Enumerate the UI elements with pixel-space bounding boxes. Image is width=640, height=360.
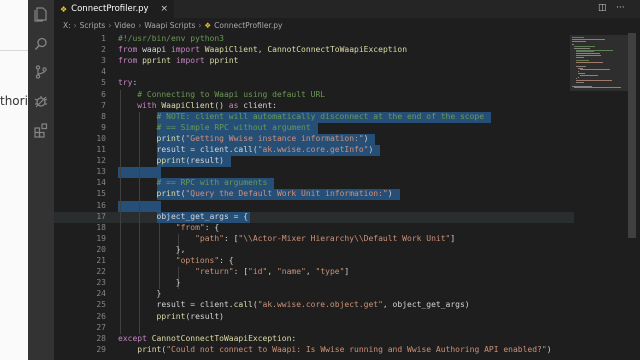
line-number: 6 [101,89,106,99]
line-number: 8 [101,111,106,121]
code-line[interactable]: from pprint import pprint [118,56,238,65]
line-number: 10 [96,133,106,143]
code-line[interactable]: # Connecting to Waapi using default URL [118,90,325,99]
debug-icon[interactable] [33,93,49,109]
python-icon: ❖ [204,20,212,30]
code-line[interactable]: print("Query the Default Work Unit infor… [118,189,393,198]
line-number: 15 [96,189,106,199]
code-line[interactable]: pprint(result) [118,156,224,165]
python-icon: ❖ [60,4,68,14]
line-number: 17 [96,211,106,221]
breadcrumb-item[interactable]: Waapi Scripts [144,21,195,30]
code-line[interactable]: #!/usr/bin/env python3 [118,34,224,43]
line-number: 1 [101,34,106,43]
line-number: 27 [96,322,106,332]
background-divider [0,50,28,51]
line-number: 20 [96,244,106,254]
code-line[interactable]: }, [118,245,186,254]
extensions-icon[interactable] [33,122,49,138]
line-number: 7 [101,100,106,110]
tab-label: ConnectProfiler.py [71,4,149,14]
code-line[interactable]: object_get_args = { [118,212,249,221]
minimap[interactable] [570,33,628,360]
more-actions-icon[interactable]: ··· [616,3,625,13]
source-control-icon[interactable] [33,64,49,80]
line-number: 23 [96,278,106,288]
code-line[interactable]: except CannotConnectToWaapiException: [118,334,296,343]
line-number: 16 [96,200,106,210]
code-line[interactable]: # == RPC with arguments [118,178,268,187]
line-number: 13 [96,167,106,177]
code-line[interactable]: # NOTE: client will automatically discon… [118,112,485,121]
close-icon[interactable]: × [160,4,168,14]
editor-tabs: ❖ ConnectProfiler.py × ◫ ··· [54,0,640,18]
line-number: 22 [96,267,106,277]
tab-connectprofiler[interactable]: ❖ ConnectProfiler.py × [54,0,174,18]
line-number: 29 [96,344,106,354]
code-line[interactable]: result = client.call("ak.wwise.core.obje… [118,300,470,309]
line-number: 19 [96,233,106,243]
line-number: 26 [96,311,106,321]
code-line[interactable]: "path": ["\\Actor-Mixer Hierarchy\\Defau… [118,234,455,243]
breadcrumb-item[interactable]: Scripts [80,21,106,30]
background-page: thorin [0,0,36,360]
vscode-window: ❖ ConnectProfiler.py × ◫ ··· X: › Script… [28,0,640,360]
code-line[interactable]: "options": { [118,256,234,265]
line-number: 2 [101,45,106,55]
line-number: 25 [96,300,106,310]
line-number: 4 [101,67,106,77]
line-number: 21 [96,256,106,265]
breadcrumb-item[interactable]: X: [63,21,71,30]
line-number: 28 [96,333,106,343]
line-number: 5 [101,78,106,88]
code-line[interactable]: with WaapiClient() as client: [118,101,277,110]
code-line[interactable]: # == Simple RPC without argument [118,123,311,132]
line-number: 11 [96,145,106,154]
line-number: 24 [96,289,106,299]
breadcrumb-item[interactable]: ConnectProfiler.py [214,21,282,30]
code-editor[interactable]: 1 #!/usr/bin/env python3 2 from waapi impor… [54,33,574,360]
breadcrumb-item[interactable]: Video [114,21,135,30]
code-line[interactable]: result = client.call("ak.wwise.core.getI… [118,145,374,154]
activity-bar [28,0,54,360]
code-line[interactable]: "from": { [118,223,219,232]
code-line[interactable]: from waapi import WaapiClient, CannotCon… [118,45,407,54]
line-number: 18 [96,222,106,232]
code-line[interactable]: print("Could not connect to Waapi: Is Ww… [118,345,551,354]
code-line[interactable]: print("Getting Wwise instance informatio… [118,134,369,143]
line-number: 3 [101,56,106,66]
breadcrumb: X: › Scripts › Video › Waapi Scripts › ❖… [63,20,283,30]
line-number: 12 [96,156,106,166]
code-line[interactable]: "return": ["id", "name", "type"] [118,267,349,276]
line-number: 14 [96,178,106,188]
code-line[interactable]: } [118,289,162,298]
vertical-scrollbar[interactable] [628,33,636,238]
split-editor-icon[interactable]: ◫ [598,3,607,13]
minimap-viewport[interactable] [570,35,628,91]
line-number: 9 [101,122,106,132]
files-icon[interactable] [33,6,49,22]
code-line[interactable]: pprint(result) [118,312,224,321]
code-line[interactable]: } [118,278,181,287]
code-line[interactable]: try: [118,78,137,87]
search-icon[interactable] [33,36,49,52]
